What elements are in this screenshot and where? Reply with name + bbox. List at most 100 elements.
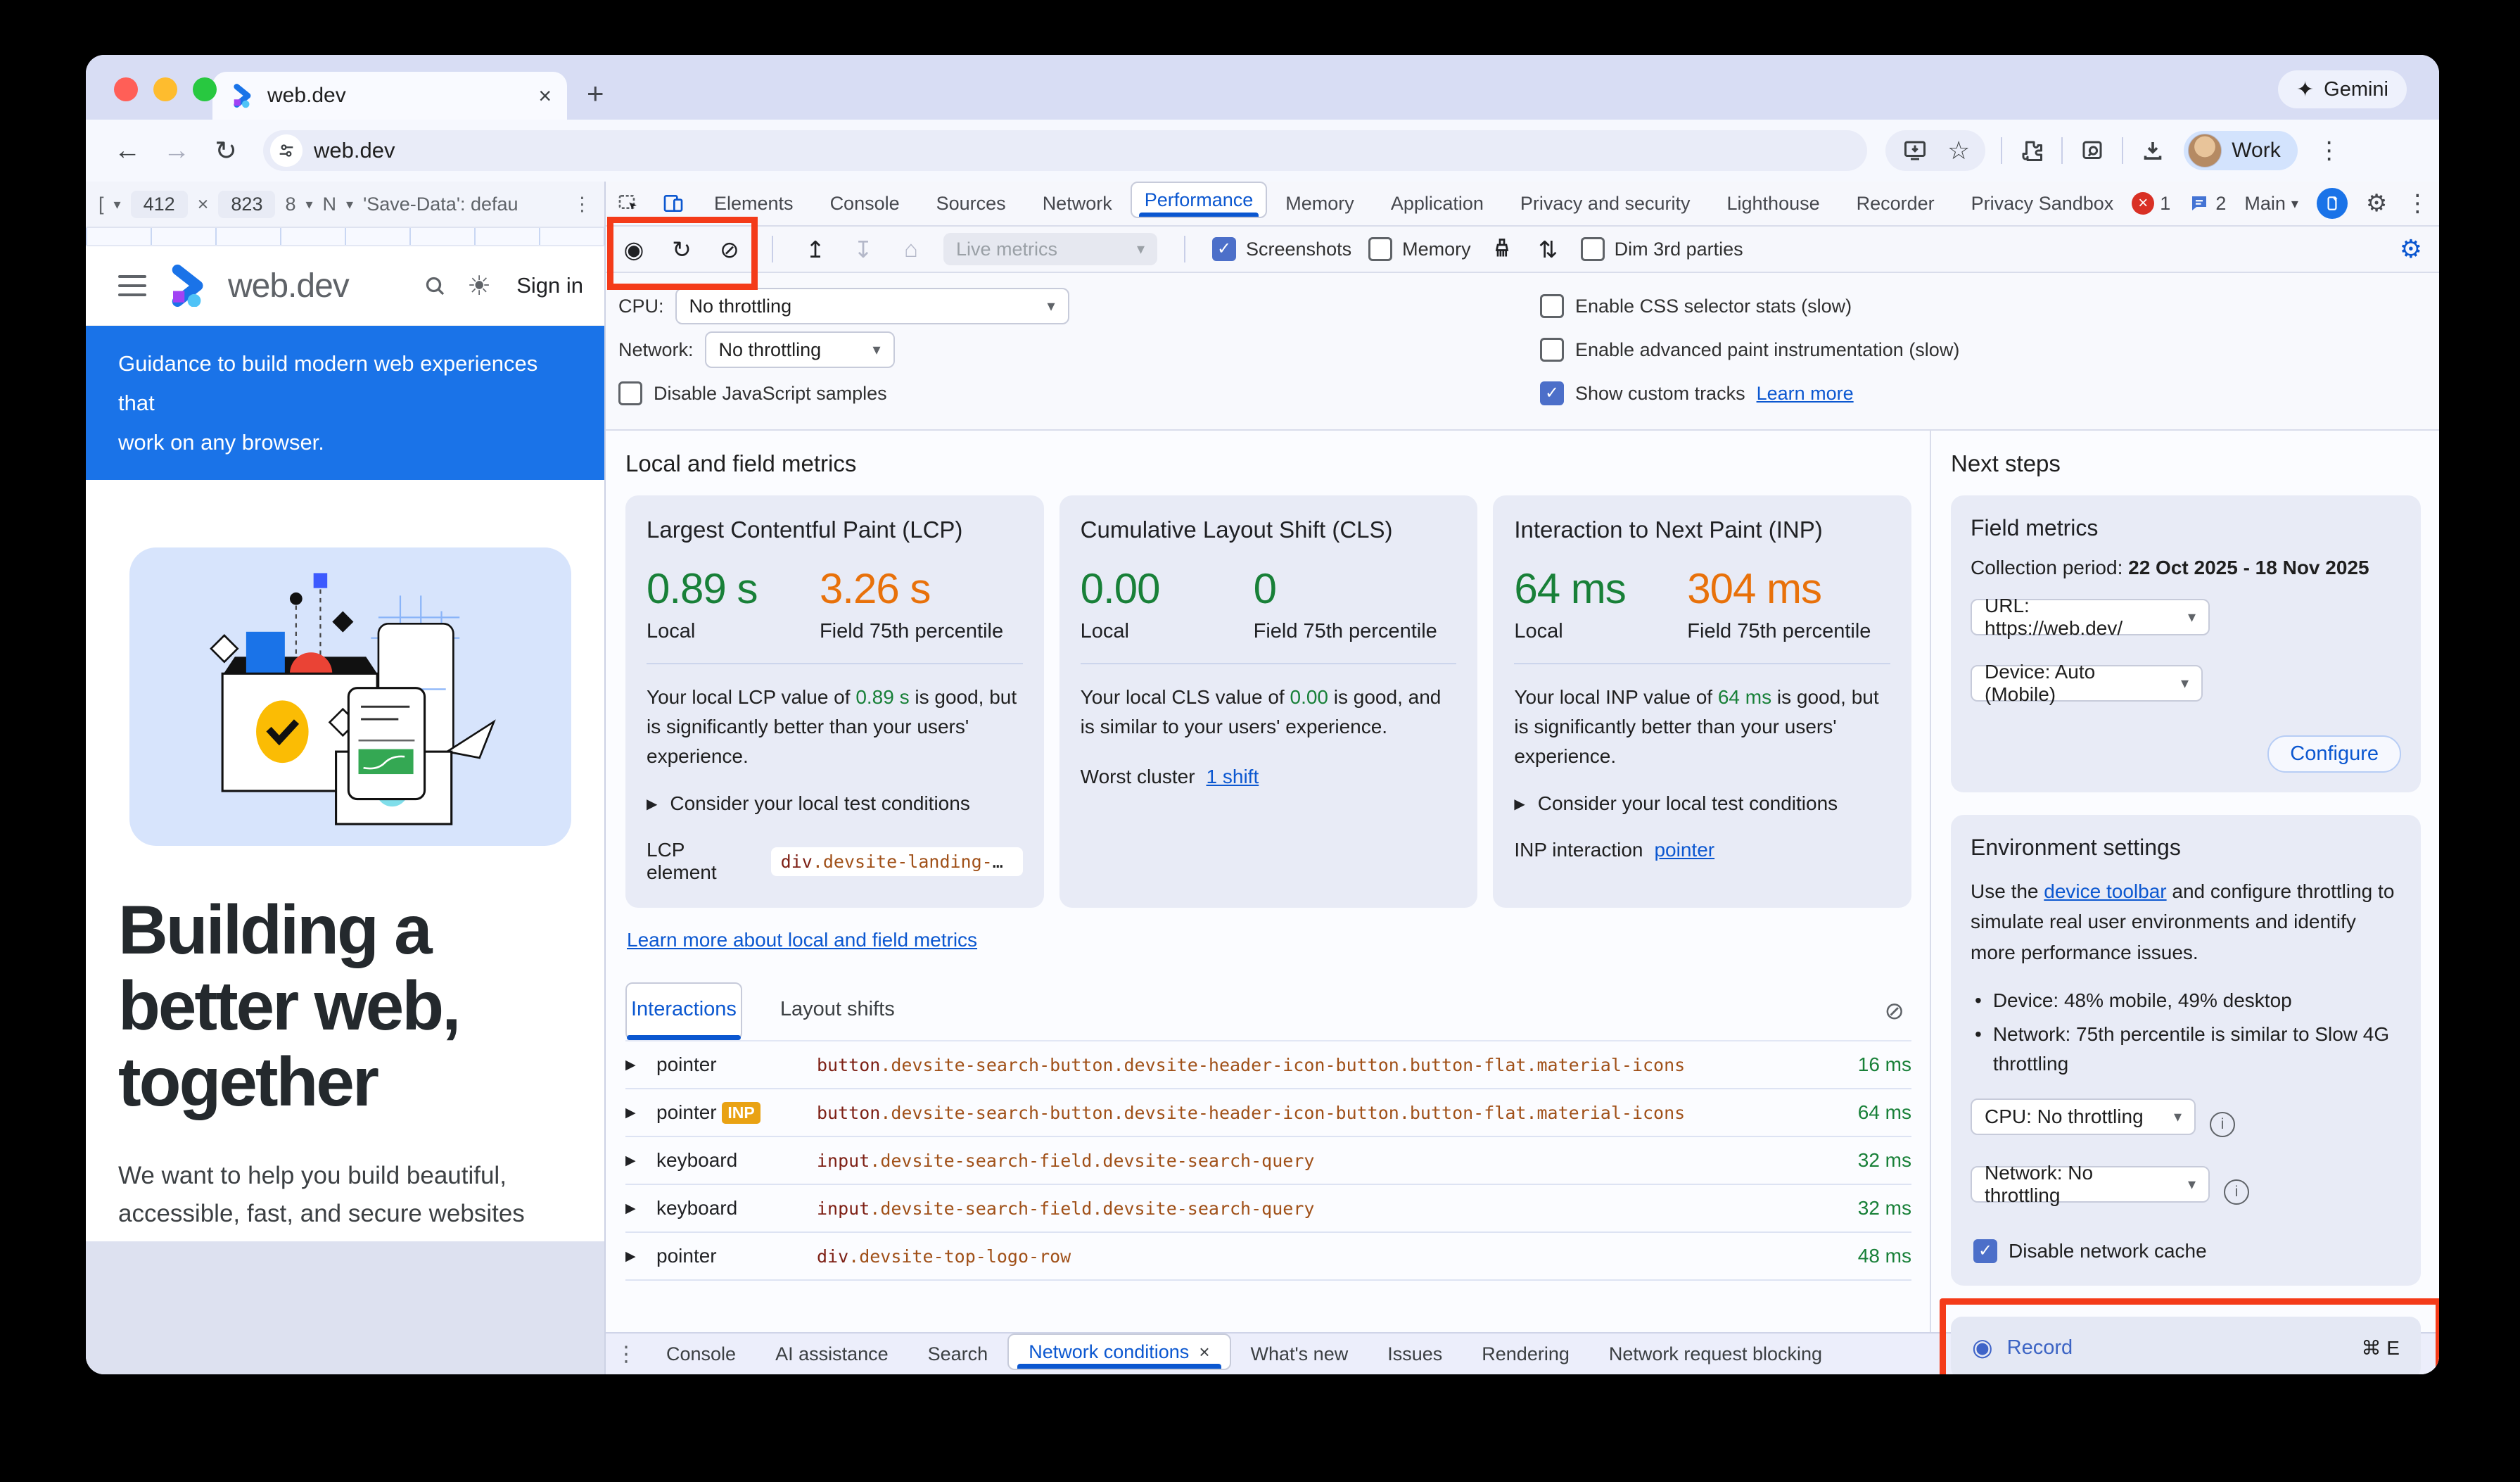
env-network-select[interactable]: Network: No throttling ▾ xyxy=(1971,1166,2210,1203)
downloads-icon[interactable] xyxy=(2139,137,2167,165)
maximize-window-button[interactable] xyxy=(193,77,217,101)
profile-button[interactable]: Work xyxy=(2184,131,2297,170)
interaction-row[interactable]: ▶ pointer div.devsite-top-logo-row 48 ms xyxy=(625,1233,1911,1281)
configure-button[interactable]: Configure xyxy=(2267,735,2401,773)
devtools-menu-icon[interactable]: ⋮ xyxy=(2405,189,2429,217)
metrics-learn-more-link[interactable]: Learn more about local and field metrics xyxy=(627,929,977,951)
info-icon[interactable]: i xyxy=(2210,1112,2235,1137)
screenshots-checkbox[interactable] xyxy=(1212,237,1236,261)
load-profile-icon[interactable]: ↥ xyxy=(800,236,831,263)
device-toolbar-toggle-icon[interactable] xyxy=(651,182,696,225)
tab-network[interactable]: Network xyxy=(1024,182,1131,225)
drawer-tab-ai-assistance[interactable]: AI assistance xyxy=(756,1334,908,1374)
disable-js-samples-checkbox[interactable] xyxy=(618,381,642,405)
tab-privacy-security[interactable]: Privacy and security xyxy=(1502,182,1709,225)
back-button[interactable]: ← xyxy=(106,136,149,166)
site-settings-icon[interactable] xyxy=(270,134,303,167)
close-tab-icon[interactable]: × xyxy=(538,84,552,107)
webdev-brand[interactable]: web.dev xyxy=(228,267,349,305)
capture-settings-icon[interactable]: ⚙ xyxy=(2400,234,2422,264)
interaction-row[interactable]: ▶ keyboard input.devsite-search-field.de… xyxy=(625,1137,1911,1185)
tab-application[interactable]: Application xyxy=(1373,182,1502,225)
drawer-tab-network-conditions[interactable]: Network conditions × xyxy=(1007,1334,1230,1370)
disable-network-cache-checkbox[interactable] xyxy=(1973,1239,1997,1263)
memory-toggle[interactable]: Memory xyxy=(1368,237,1471,261)
custom-tracks-learn-more-link[interactable]: Learn more xyxy=(1757,383,1854,405)
device-share-icon[interactable] xyxy=(2317,188,2348,219)
new-tab-button[interactable]: + xyxy=(587,79,604,108)
tab-sources[interactable]: Sources xyxy=(918,182,1024,225)
forward-button[interactable]: → xyxy=(155,136,198,166)
device-toolbar-link[interactable]: device toolbar xyxy=(2044,880,2166,902)
tab-elements[interactable]: Elements xyxy=(696,182,812,225)
expand-icon[interactable]: ▶ xyxy=(625,1057,656,1073)
gemini-button[interactable]: ✦ Gemini xyxy=(2278,70,2407,108)
reload-button[interactable]: ↻ xyxy=(204,135,248,167)
expand-icon[interactable]: ▶ xyxy=(625,1153,656,1169)
device-toolbar-menu-icon[interactable]: ⋮ xyxy=(573,194,592,215)
drawer-tab-issues[interactable]: Issues xyxy=(1368,1334,1462,1374)
drawer-menu-icon[interactable]: ⋮ xyxy=(606,1334,647,1374)
drawer-tab-network-request-blocking[interactable]: Network request blocking xyxy=(1589,1334,1842,1374)
tab-interactions[interactable]: Interactions xyxy=(625,982,742,1040)
dim-third-parties-checkbox[interactable] xyxy=(1581,237,1605,261)
interaction-row[interactable]: ▶ pointer button.devsite-search-button.d… xyxy=(625,1041,1911,1089)
tab-lighthouse[interactable]: Lighthouse xyxy=(1709,182,1838,225)
disable-network-cache-toggle[interactable]: Disable network cache xyxy=(1973,1239,2401,1263)
zoom-select[interactable]: 8 xyxy=(285,194,295,215)
clear-icon[interactable]: ⊘ xyxy=(714,236,745,263)
console-errors-badge[interactable]: × 1 xyxy=(2132,192,2170,215)
cpu-throttle-select[interactable]: No throttling ▾ xyxy=(675,288,1069,324)
interaction-row[interactable]: ▶ pointer INP button.devsite-search-butt… xyxy=(625,1089,1911,1137)
chevron-down-icon[interactable]: ▾ xyxy=(346,196,353,213)
minimize-window-button[interactable] xyxy=(153,77,177,101)
close-window-button[interactable] xyxy=(114,77,138,101)
drawer-tab-rendering[interactable]: Rendering xyxy=(1462,1334,1589,1374)
env-cpu-select[interactable]: CPU: No throttling ▾ xyxy=(1971,1098,2196,1135)
tab-memory[interactable]: Memory xyxy=(1267,182,1373,225)
css-selector-stats-checkbox[interactable] xyxy=(1540,294,1564,318)
search-tabs-icon[interactable] xyxy=(2078,137,2106,165)
inp-interaction-link[interactable]: pointer xyxy=(1654,839,1714,861)
promo-banner[interactable]: Guidance to build modern web experiences… xyxy=(86,326,604,480)
tab-layout-shifts[interactable]: Layout shifts xyxy=(776,989,899,1034)
webdev-logo[interactable] xyxy=(165,263,210,308)
install-page-icon[interactable] xyxy=(1901,137,1929,165)
dim-third-parties-toggle[interactable]: Dim 3rd parties xyxy=(1581,237,1743,261)
drawer-tab-search[interactable]: Search xyxy=(908,1334,1008,1374)
tab-performance[interactable]: Performance xyxy=(1131,182,1268,218)
interaction-row[interactable]: ▶ keyboard input.devsite-search-field.de… xyxy=(625,1185,1911,1233)
tab-recorder[interactable]: Recorder xyxy=(1838,182,1953,225)
record-icon[interactable]: ◉ xyxy=(618,236,649,263)
expand-icon[interactable]: ▶ xyxy=(625,1105,656,1121)
screenshots-toggle[interactable]: Screenshots xyxy=(1212,237,1351,261)
tab-privacy-sandbox[interactable]: Privacy Sandbox xyxy=(1953,182,2132,225)
close-drawer-tab-icon[interactable]: × xyxy=(1199,1341,1209,1363)
theme-toggle-icon[interactable]: ☀ xyxy=(467,270,491,302)
chevron-down-icon[interactable]: ▾ xyxy=(114,196,121,213)
tab-console[interactable]: Console xyxy=(812,182,918,225)
browser-tab-webdev[interactable]: web.dev × xyxy=(212,72,567,120)
clear-log-icon[interactable]: ⊘ xyxy=(1885,997,1912,1025)
device-height-input[interactable]: 823 xyxy=(218,191,275,218)
cls-worst-cluster-link[interactable]: 1 shift xyxy=(1207,766,1259,788)
inp-consider-expander[interactable]: ▶ Consider your local test conditions xyxy=(1514,792,1890,815)
search-icon[interactable] xyxy=(421,272,449,300)
garbage-collect-icon[interactable] xyxy=(1488,235,1516,263)
advanced-paint-checkbox[interactable] xyxy=(1540,338,1564,362)
address-bar[interactable]: web.dev xyxy=(263,130,1867,171)
home-icon[interactable]: ⌂ xyxy=(896,236,927,262)
context-select[interactable]: Main ▾ xyxy=(2244,193,2298,215)
hamburger-menu-icon[interactable] xyxy=(118,275,146,296)
drawer-tab-console[interactable]: Console xyxy=(647,1334,756,1374)
custom-tracks-checkbox[interactable] xyxy=(1540,381,1564,405)
sign-in-link[interactable]: Sign in xyxy=(516,273,583,298)
device-width-input[interactable]: 412 xyxy=(131,191,188,218)
lcp-consider-expander[interactable]: ▶ Consider your local test conditions xyxy=(647,792,1023,815)
expand-icon[interactable]: ▶ xyxy=(625,1248,656,1265)
memory-checkbox[interactable] xyxy=(1368,237,1392,261)
dimensions-select[interactable]: [ xyxy=(98,194,104,215)
record-reload-icon[interactable]: ↻ xyxy=(666,236,697,263)
save-profile-icon[interactable]: ↧ xyxy=(848,236,879,263)
inspect-element-icon[interactable] xyxy=(606,182,651,225)
